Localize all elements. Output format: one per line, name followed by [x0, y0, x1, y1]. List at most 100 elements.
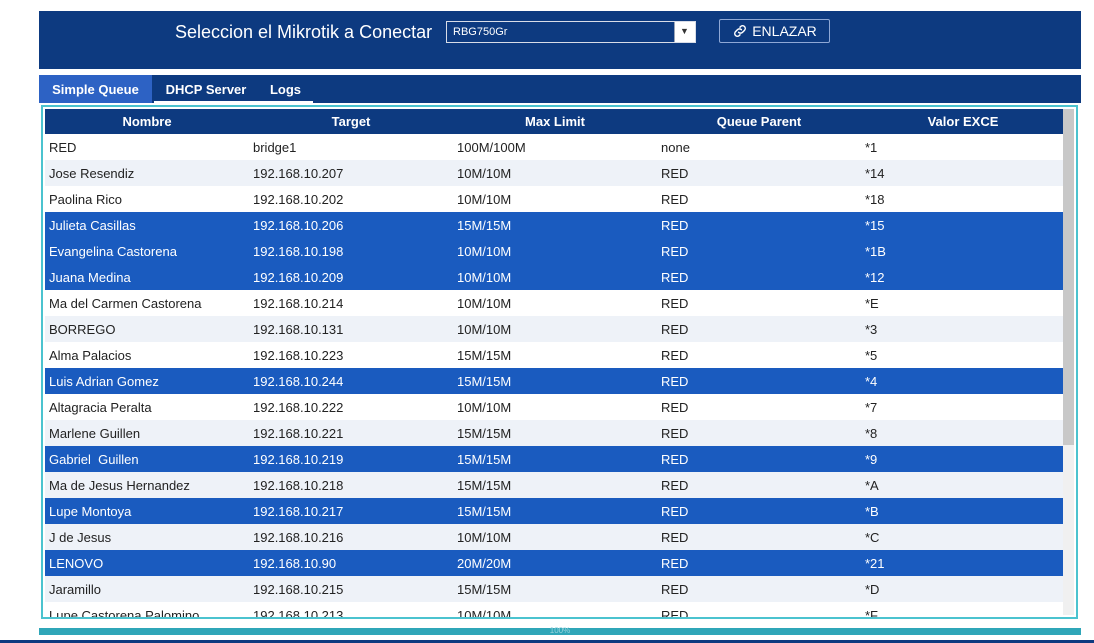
table-cell: 10M/10M: [457, 529, 512, 545]
table-cell: 192.168.10.214: [253, 295, 344, 311]
table-row[interactable]: Lupe Montoya 192.168.10.217 15M/15M RED *B: [45, 498, 1066, 524]
table-body: RED bridge1 100M/100M none *1 Jose Resendiz 19…: [45, 134, 1066, 617]
table-row[interactable]: RED bridge1 100M/100M none *1: [45, 134, 1066, 160]
device-dropdown[interactable]: RBG750Gr ▼: [446, 21, 696, 43]
table-header: Nombre Target Max Limit Queue Parent Val…: [45, 109, 1066, 134]
table-row[interactable]: Marlene Guillen 192.168.10.221 15M/15M RED *…: [45, 420, 1066, 446]
table-cell: Jose Resendiz: [49, 165, 135, 181]
table-cell: RED: [661, 347, 689, 363]
table-cell: RED: [661, 477, 689, 493]
table-cell: 15M/15M: [457, 581, 512, 597]
table-row[interactable]: Ma de Jesus Hernandez 192.168.10.218 15M/1…: [45, 472, 1066, 498]
table-cell: *1: [865, 139, 878, 155]
table-cell: RED: [661, 555, 689, 571]
table-row[interactable]: Ma del Carmen Castorena 192.168.10.214 10M…: [45, 290, 1066, 316]
table-cell: Gabriel Guillen: [49, 451, 139, 467]
table-cell: RED: [661, 295, 689, 311]
table-cell: 192.168.10.217: [253, 503, 344, 519]
table-cell: 10M/10M: [457, 165, 512, 181]
table-row[interactable]: Altagracia Peralta 192.168.10.222 10M/10M R…: [45, 394, 1066, 420]
table-cell: RED: [661, 425, 689, 441]
table-cell: Ma de Jesus Hernandez: [49, 477, 190, 493]
tab-simple-queue-label: Simple Queue: [52, 81, 139, 97]
table-cell: bridge1: [253, 139, 297, 155]
table-cell: 15M/15M: [457, 217, 512, 233]
connection-bar: Seleccion el Mikrotik a Conectar RBG750G…: [39, 11, 1081, 69]
queue-table: Nombre Target Max Limit Queue Parent Val…: [41, 105, 1078, 619]
table-cell: Ma del Carmen Castorena: [49, 295, 202, 311]
table-row[interactable]: J de Jesus 192.168.10.216 10M/10M RED *C: [45, 524, 1066, 550]
table-row[interactable]: Julieta Casillas 192.168.10.206 15M/15M RED…: [45, 212, 1066, 238]
table-row[interactable]: Jose Resendiz 192.168.10.207 10M/10M RED *14: [45, 160, 1066, 186]
table-cell: 192.168.10.207: [253, 165, 344, 181]
table-row[interactable]: BORREGO 192.168.10.131 10M/10M RED *3: [45, 316, 1066, 342]
table-row[interactable]: Luis Adrian Gomez 192.168.10.244 15M/15M RE…: [45, 368, 1066, 394]
table-cell: 100M/100M: [457, 139, 526, 155]
table-cell: LENOVO: [49, 555, 104, 571]
table-cell: BORREGO: [49, 321, 116, 337]
table-row[interactable]: Juana Medina 192.168.10.209 10M/10M RED *12: [45, 264, 1066, 290]
table-cell: *8: [865, 425, 878, 441]
table-cell: RED: [661, 373, 689, 389]
table-cell: 15M/15M: [457, 425, 512, 441]
link-icon: [734, 25, 747, 37]
scrollbar-thumb[interactable]: [1063, 109, 1074, 445]
table-cell: 192.168.10.215: [253, 581, 344, 597]
tab-logs[interactable]: Logs: [258, 75, 313, 103]
connect-button[interactable]: ENLAZAR: [719, 19, 830, 43]
table-cell: 192.168.10.244: [253, 373, 344, 389]
table-cell: *9: [865, 451, 878, 467]
table-cell: 15M/15M: [457, 503, 512, 519]
column-header-queue-parent[interactable]: Queue Parent: [657, 109, 861, 134]
table-cell: *3: [865, 321, 878, 337]
table-cell: *14: [865, 165, 885, 181]
table-cell: RED: [661, 243, 689, 259]
table-cell: 192.168.10.216: [253, 529, 344, 545]
table-row[interactable]: Alma Palacios 192.168.10.223 15M/15M RED *5: [45, 342, 1066, 368]
table-cell: *C: [865, 529, 880, 545]
table-cell: 10M/10M: [457, 191, 512, 207]
table-cell: RED: [661, 607, 689, 618]
table-row[interactable]: LENOVO 192.168.10.90 20M/20M RED *21: [45, 550, 1066, 576]
column-header-valor-exce[interactable]: Valor EXCE: [861, 109, 1065, 134]
table-cell: RED: [661, 165, 689, 181]
progress-bar: 100%: [39, 626, 1081, 635]
column-header-target[interactable]: Target: [249, 109, 453, 134]
column-header-nombre[interactable]: Nombre: [45, 109, 249, 134]
table-cell: 10M/10M: [457, 269, 512, 285]
vertical-scrollbar[interactable]: [1063, 109, 1074, 615]
table-cell: Paolina Rico: [49, 191, 122, 207]
table-cell: 10M/10M: [457, 321, 512, 337]
progress-label: 100%: [549, 626, 571, 635]
table-cell: 192.168.10.90: [253, 555, 337, 571]
table-cell: 192.168.10.209: [253, 269, 344, 285]
table-cell: Evangelina Castorena: [49, 243, 177, 259]
table-cell: J de Jesus: [49, 529, 112, 545]
table-cell: 192.168.10.202: [253, 191, 344, 207]
dropdown-arrow-button[interactable]: ▼: [674, 22, 695, 42]
tab-simple-queue[interactable]: Simple Queue: [39, 75, 152, 103]
table-cell: *D: [865, 581, 880, 597]
table-cell: *18: [865, 191, 885, 207]
table-cell: 10M/10M: [457, 399, 512, 415]
table-cell: *7: [865, 399, 878, 415]
table-row[interactable]: Gabriel Guillen 192.168.10.219 15M/15M RED *…: [45, 446, 1066, 472]
column-header-max-limit[interactable]: Max Limit: [453, 109, 657, 134]
table-cell: RED: [661, 503, 689, 519]
tab-dhcp-server[interactable]: DHCP Server: [154, 75, 258, 103]
table-cell: Alma Palacios: [49, 347, 132, 363]
table-row[interactable]: Evangelina Castorena 192.168.10.198 10M/10…: [45, 238, 1066, 264]
table-cell: 15M/15M: [457, 451, 512, 467]
table-cell: Lupe Castorena Palomino: [49, 607, 200, 618]
table-row[interactable]: Lupe Castorena Palomino 192.168.10.213 10M…: [45, 602, 1066, 617]
table-cell: 20M/20M: [457, 555, 512, 571]
table-cell: RED: [661, 191, 689, 207]
table-row[interactable]: Paolina Rico 192.168.10.202 10M/10M RED *18: [45, 186, 1066, 212]
table-cell: 192.168.10.219: [253, 451, 344, 467]
table-row[interactable]: Jaramillo 192.168.10.215 15M/15M RED *D: [45, 576, 1066, 602]
table-cell: *12: [865, 269, 885, 285]
device-select-label: Seleccion el Mikrotik a Conectar: [175, 22, 433, 42]
tab-dhcp-server-label: DHCP Server: [165, 81, 247, 97]
table-cell: RED: [661, 399, 689, 415]
table-cell: *E: [865, 295, 879, 311]
